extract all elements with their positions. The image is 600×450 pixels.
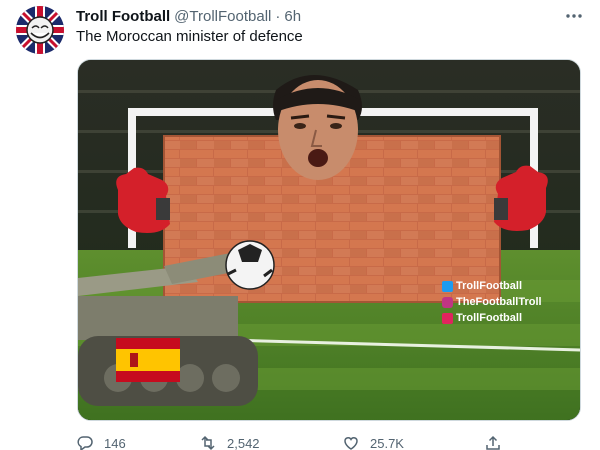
author-handle[interactable]: @TrollFootball [174, 8, 271, 25]
retweet-button[interactable]: 2,542 [199, 434, 260, 450]
watermark-instagram: TheFootballTroll [442, 294, 542, 310]
instagram-icon [442, 296, 453, 308]
reply-icon [77, 436, 93, 450]
author-avatar[interactable] [16, 6, 64, 54]
watermark-instagram-text: TheFootballTroll [456, 296, 542, 308]
heart-icon [344, 437, 358, 450]
share-icon [486, 435, 500, 450]
watermark-twitter-text: TrollFootball [456, 280, 522, 292]
troll-football-logo [16, 6, 64, 54]
reply-count: 146 [104, 435, 126, 450]
vk-icon [442, 312, 453, 324]
more-options-button[interactable] [564, 6, 584, 26]
tweet-image[interactable]: TrollFootball TheFootballTroll TrollFoot… [77, 59, 581, 421]
meme-image [78, 60, 580, 420]
reply-button[interactable]: 146 [76, 434, 126, 450]
watermark-twitter: TrollFootball [442, 278, 542, 294]
separator-dot: · [275, 7, 281, 25]
tweet-timestamp[interactable]: 6h [284, 8, 301, 25]
tweet: Troll Football @TrollFootball · 6h The M… [0, 0, 600, 450]
more-horizontal-icon [566, 14, 582, 18]
spain-flag [116, 338, 180, 382]
like-count: 25.7K [370, 435, 404, 450]
twitter-icon [442, 280, 453, 292]
share-button[interactable] [484, 434, 502, 450]
author-name[interactable]: Troll Football [76, 8, 170, 25]
like-button[interactable]: 25.7K [342, 434, 404, 450]
tweet-text: The Moroccan minister of defence [76, 28, 303, 45]
tweet-actions: 146 2,542 25.7K [76, 434, 556, 450]
retweet-count: 2,542 [227, 435, 260, 450]
watermark-vk: TrollFootball [442, 310, 542, 326]
watermark: TrollFootball TheFootballTroll TrollFoot… [442, 278, 542, 326]
watermark-vk-text: TrollFootball [456, 312, 522, 324]
retweet-icon [201, 435, 215, 450]
tweet-header: Troll Football @TrollFootball · 6h [76, 6, 301, 26]
